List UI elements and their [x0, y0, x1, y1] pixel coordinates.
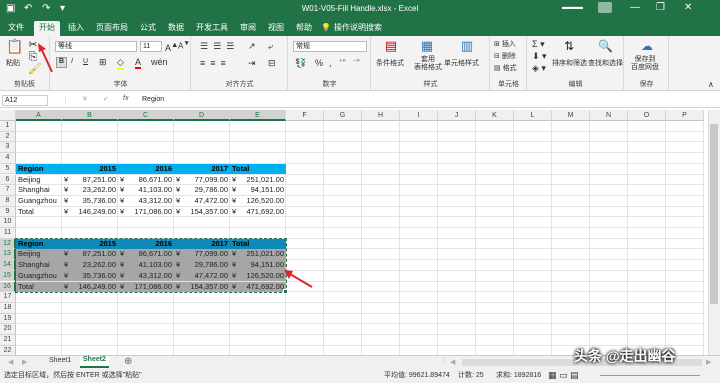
page-view-icons[interactable]: ▦ ▭ ▤: [548, 368, 579, 383]
next-sheet-icon[interactable]: ▶: [22, 358, 27, 366]
scroll-left-icon[interactable]: ◀: [450, 358, 455, 366]
status-message: 选定目标区域，然后按 ENTER 或选择"粘贴": [4, 372, 142, 379]
prev-sheet-icon[interactable]: ◀: [8, 358, 13, 366]
status-bar: 选定目标区域，然后按 ENTER 或选择"粘贴" 平均值: 99621.8947…: [0, 368, 720, 383]
status-sum: 求和: 1892816: [496, 372, 542, 379]
scroll-right-icon[interactable]: ▶: [706, 358, 711, 366]
watermark: 头条 @走出幽谷: [574, 348, 676, 364]
status-count: 计数: 25: [458, 372, 484, 379]
status-average: 平均值: 99621.89474: [384, 372, 450, 379]
zoom-slider[interactable]: [600, 375, 700, 376]
sheet-tab-2[interactable]: Sheet2: [80, 356, 109, 368]
annotation-overlay: [38, 43, 313, 288]
hscroll-handle-icon: ⋮: [440, 357, 447, 364]
sheet-tab-1[interactable]: Sheet1: [46, 357, 74, 364]
add-sheet-icon[interactable]: ⊕: [124, 356, 132, 367]
arrow-to-copy: [38, 43, 53, 73]
arrow-to-selection: [284, 270, 313, 288]
